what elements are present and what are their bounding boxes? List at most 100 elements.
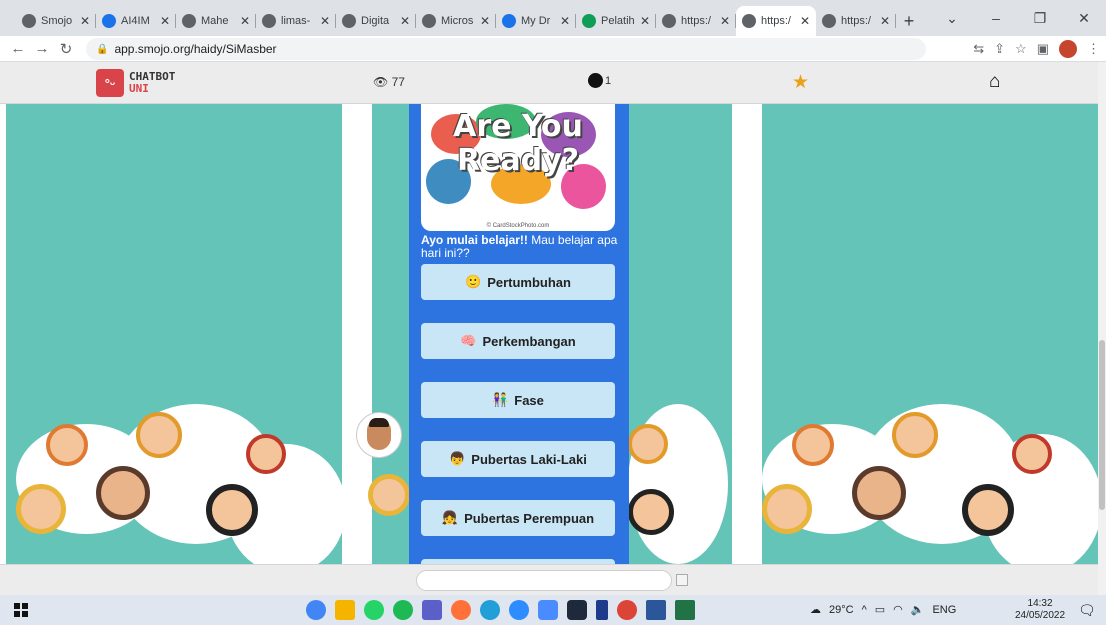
browser-actions: ⇆ ⇪ ☆ ▣ ⋮ xyxy=(973,40,1100,58)
spotify-icon[interactable] xyxy=(393,600,413,620)
option-label: Perkembangan xyxy=(482,333,576,349)
eye-icon: 👁 xyxy=(373,75,389,89)
logo-mark-icon: °ᵕ xyxy=(96,69,124,97)
are-you-ready-image: Are You Ready? © CardStockPhoto.com xyxy=(421,104,615,231)
browser-tab[interactable]: https:/ ✕ xyxy=(736,6,816,36)
tab-close-icon[interactable]: ✕ xyxy=(720,14,730,28)
telegram-icon[interactable] xyxy=(480,600,500,620)
option-button[interactable]: 👫 Fase xyxy=(421,382,615,418)
page-scrollbar[interactable] xyxy=(1098,62,1106,595)
option-emoji-icon: 👫 xyxy=(492,392,509,407)
tab-favicon-icon xyxy=(262,14,276,28)
logo-text: CHATBOT UNI xyxy=(129,71,175,95)
tab-close-icon[interactable]: ✕ xyxy=(480,14,490,28)
tab-favicon-icon xyxy=(342,14,356,28)
profile-avatar[interactable] xyxy=(1059,40,1077,58)
send-image-icon[interactable] xyxy=(676,574,688,586)
share-icon[interactable]: ⇪ xyxy=(994,41,1005,57)
word-icon[interactable] xyxy=(646,600,666,620)
whatsapp-icon[interactable] xyxy=(364,600,384,620)
hero-text: Are You Ready? xyxy=(421,110,615,178)
tab-title: Smojo xyxy=(41,15,73,27)
excel-icon[interactable] xyxy=(675,600,695,620)
browser-tab[interactable]: AI4IM ✕ xyxy=(96,6,176,36)
file-explorer-icon[interactable] xyxy=(335,600,355,620)
browser-tab[interactable]: Digita ✕ xyxy=(336,6,416,36)
tab-close-icon[interactable]: ✕ xyxy=(240,14,250,28)
option-emoji-icon: 👦 xyxy=(449,451,466,466)
bot-avatar-face-icon xyxy=(367,418,391,450)
chrome-icon[interactable] xyxy=(306,600,326,620)
home-icon[interactable]: ⌂ xyxy=(989,71,1000,93)
tab-title: https:/ xyxy=(841,15,871,27)
browser-tab[interactable]: Micros ✕ xyxy=(416,6,496,36)
reload-icon[interactable]: ↻ xyxy=(54,40,78,58)
option-button[interactable]: 🧠 Perkembangan xyxy=(421,323,615,359)
comment-bubble-icon xyxy=(588,73,603,88)
browser-tab[interactable]: Pelatih ✕ xyxy=(576,6,656,36)
tray-chevron-icon[interactable]: ^ xyxy=(862,604,867,616)
url-text: app.smojo.org/haidy/SiMasber xyxy=(114,42,277,56)
firefox-icon[interactable] xyxy=(451,600,471,620)
wifi-icon[interactable]: ◠ xyxy=(893,603,903,616)
option-button[interactable]: 👧 Pubertas Perempuan xyxy=(421,500,615,536)
tab-close-icon[interactable]: ✕ xyxy=(800,14,810,28)
language-indicator[interactable]: ENG xyxy=(932,604,956,616)
lock-icon: 🔒 xyxy=(96,43,109,55)
zoom-icon[interactable] xyxy=(509,600,529,620)
notification-icon[interactable]: 🗨 xyxy=(1078,602,1096,619)
tab-close-icon[interactable]: ✕ xyxy=(880,14,890,28)
tab-favicon-icon xyxy=(502,14,516,28)
address-bar: ← → ↻ 🔒 app.smojo.org/haidy/SiMasber ⇆ ⇪… xyxy=(0,36,1106,62)
hero-line2: Ready? xyxy=(456,143,580,178)
browser-tab[interactable]: Smojo ✕ xyxy=(16,6,96,36)
close-window-button[interactable]: ✕ xyxy=(1062,0,1106,36)
battery-icon[interactable]: ▭ xyxy=(875,603,885,616)
windows-start-icon[interactable] xyxy=(14,603,28,617)
weather-temp[interactable]: 29°C xyxy=(829,604,854,616)
minimize-button[interactable]: – xyxy=(974,0,1018,36)
bookmark-star-icon[interactable]: ☆ xyxy=(1015,41,1027,57)
browser-tab[interactable]: https:/ ✕ xyxy=(656,6,736,36)
tab-close-icon[interactable]: ✕ xyxy=(160,14,170,28)
kids-illustration-right xyxy=(752,404,1099,564)
translate-icon[interactable]: ⇆ xyxy=(973,41,984,57)
menu-icon[interactable]: ⋮ xyxy=(1087,41,1100,57)
side-panel-icon[interactable]: ▣ xyxy=(1037,41,1049,57)
message-input[interactable] xyxy=(416,570,672,591)
volume-icon[interactable]: 🔈 xyxy=(911,603,925,616)
back-icon[interactable]: ← xyxy=(6,40,30,57)
new-tab-button[interactable]: + xyxy=(896,6,922,36)
clock[interactable]: 14:32 24/05/2022 xyxy=(1015,598,1065,622)
comment-count[interactable]: 1 xyxy=(588,73,611,88)
star-icon[interactable]: ★ xyxy=(792,71,809,94)
tab-title: My Dr xyxy=(521,15,551,27)
tab-title: limas- xyxy=(281,15,311,27)
scrollbar-thumb[interactable] xyxy=(1099,340,1105,510)
app-icon[interactable] xyxy=(567,600,587,620)
tab-close-icon[interactable]: ✕ xyxy=(400,14,410,28)
restore-button[interactable]: ❐ xyxy=(1018,0,1062,36)
tab-close-icon[interactable]: ✕ xyxy=(560,14,570,28)
url-field[interactable]: 🔒 app.smojo.org/haidy/SiMasber xyxy=(86,38,926,60)
option-button[interactable]: 🙂 Pertumbuhan xyxy=(421,264,615,300)
option-button[interactable]: 👦 Pubertas Laki-Laki xyxy=(421,441,615,477)
chrome-profile-icon[interactable] xyxy=(617,600,637,620)
tab-close-icon[interactable]: ✕ xyxy=(640,14,650,28)
forward-icon[interactable]: → xyxy=(30,40,54,57)
tab-close-icon[interactable]: ✕ xyxy=(320,14,330,28)
teams-icon[interactable] xyxy=(422,600,442,620)
kids-illustration-left xyxy=(6,404,346,564)
browser-tab[interactable]: limas- ✕ xyxy=(256,6,336,36)
slash-app-icon[interactable] xyxy=(596,600,608,620)
tab-title: https:/ xyxy=(681,15,711,27)
tab-list: Smojo ✕ AI4IM ✕ Mahe ✕ limas- ✕ Digita ✕ Micros ✕ My… xyxy=(0,6,896,36)
browser-tab[interactable]: Mahe ✕ xyxy=(176,6,256,36)
tab-close-icon[interactable]: ✕ xyxy=(80,14,90,28)
browser-tab[interactable]: My Dr ✕ xyxy=(496,6,576,36)
tab-favicon-icon xyxy=(822,14,836,28)
chatbot-uni-logo[interactable]: °ᵕ CHATBOT UNI xyxy=(96,69,175,97)
browser-tab[interactable]: https:/ ✕ xyxy=(816,6,896,36)
tab-search-icon[interactable]: ⌄ xyxy=(930,0,974,36)
video-icon[interactable] xyxy=(538,600,558,620)
